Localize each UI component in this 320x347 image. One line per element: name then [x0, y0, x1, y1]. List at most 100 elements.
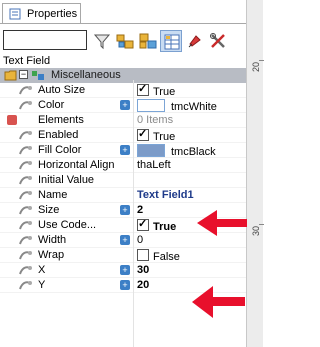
- property-icon: [18, 219, 34, 231]
- property-name: Color: [38, 99, 65, 111]
- checkbox[interactable]: [137, 82, 149, 96]
- search-input[interactable]: [3, 30, 87, 50]
- column-divider[interactable]: [133, 80, 134, 347]
- property-value[interactable]: True: [137, 127, 176, 143]
- property-value-text: True: [153, 221, 177, 233]
- property-value-text: tmcBlack: [171, 146, 216, 158]
- property-value[interactable]: tmcBlack: [137, 144, 216, 158]
- property-value[interactable]: False: [137, 249, 180, 263]
- tab-divider: [0, 23, 246, 24]
- ruler-tick: [259, 224, 264, 225]
- ruler-tick-label: 30: [251, 225, 261, 236]
- property-row[interactable]: Enabled True: [0, 127, 248, 143]
- category-row[interactable]: − Miscellaneous: [0, 68, 248, 83]
- filter-icon[interactable]: [91, 30, 113, 52]
- property-name: Enabled: [38, 129, 79, 141]
- property-value-text: True: [153, 131, 176, 143]
- property-value-text: 2: [137, 204, 144, 216]
- sort-icon[interactable]: [137, 30, 159, 52]
- expand-icon[interactable]: [7, 115, 17, 125]
- property-icon: [18, 159, 34, 171]
- property-row[interactable]: Horizontal Align thaLeft: [0, 158, 248, 173]
- property-value[interactable]: tmcWhite: [137, 99, 217, 113]
- property-icon: [18, 189, 34, 201]
- property-icon: [18, 99, 34, 111]
- property-value-text: 0: [137, 234, 144, 246]
- property-value-text: tmcWhite: [171, 101, 217, 113]
- category-icon[interactable]: [114, 30, 136, 52]
- property-icon: [18, 204, 34, 216]
- ruler-tick: [259, 60, 264, 61]
- property-name: Width: [38, 234, 67, 246]
- property-icon: [18, 279, 34, 291]
- pin-icon[interactable]: [184, 30, 206, 52]
- property-row[interactable]: Name Text Field1: [0, 188, 248, 203]
- properties-icon: [9, 8, 21, 20]
- checkbox[interactable]: [137, 127, 149, 141]
- property-name: Y: [38, 279, 46, 291]
- property-icon: [18, 84, 34, 96]
- property-value-text: False: [153, 251, 180, 263]
- property-row[interactable]: Elements 0 Items: [0, 113, 248, 128]
- property-name: Wrap: [38, 249, 65, 261]
- property-row[interactable]: Fill Color + tmcBlack: [0, 143, 248, 158]
- tools-icon[interactable]: [207, 30, 229, 52]
- category-icon-small: [31, 69, 45, 84]
- property-name: Initial Value: [38, 174, 95, 186]
- plus-icon[interactable]: +: [120, 235, 130, 245]
- annotation-arrow: [197, 210, 247, 236]
- folder-icon: [4, 69, 18, 84]
- property-row[interactable]: Auto Size True: [0, 82, 248, 98]
- property-icon: [18, 264, 34, 276]
- property-row[interactable]: Color + tmcWhite: [0, 98, 248, 113]
- color-swatch[interactable]: [137, 144, 165, 157]
- property-name: Fill Color: [38, 144, 82, 156]
- ruler-tick-label: 20: [251, 61, 261, 72]
- object-type-label: Text Field: [3, 55, 51, 67]
- property-name: Use Code...: [38, 219, 97, 231]
- category-label: Miscellaneous: [51, 69, 121, 81]
- tab-label: Properties: [27, 8, 78, 20]
- property-row[interactable]: Wrap False: [0, 248, 248, 263]
- grid-view-icon[interactable]: [160, 30, 182, 52]
- plus-icon[interactable]: +: [120, 205, 130, 215]
- property-name: Name: [38, 189, 68, 201]
- property-value-text: 0 Items: [137, 114, 174, 126]
- property-value-text: 30: [137, 264, 150, 276]
- property-value[interactable]: 30: [137, 264, 149, 276]
- tab-properties[interactable]: Properties: [2, 3, 81, 24]
- property-icon: [18, 234, 34, 246]
- property-value[interactable]: 0: [137, 234, 143, 246]
- property-icon: [18, 174, 34, 186]
- property-value-text: thaLeft: [137, 159, 171, 171]
- checkbox[interactable]: [137, 249, 149, 261]
- checkbox[interactable]: [137, 217, 149, 231]
- vertical-ruler: 20 30: [246, 0, 264, 347]
- collapse-icon[interactable]: −: [19, 70, 28, 79]
- color-swatch[interactable]: [137, 99, 165, 112]
- annotation-arrow: [192, 286, 245, 318]
- property-value[interactable]: 20: [137, 279, 149, 291]
- property-name: Horizontal Align: [38, 159, 115, 171]
- property-name: Elements: [38, 114, 84, 126]
- property-value[interactable]: 2: [137, 204, 143, 216]
- property-value-text: True: [153, 86, 176, 98]
- property-value[interactable]: True: [137, 82, 176, 98]
- plus-icon[interactable]: +: [120, 100, 130, 110]
- property-name: Auto Size: [38, 84, 86, 96]
- property-name: X: [38, 264, 46, 276]
- property-name: Size: [38, 204, 60, 216]
- property-value[interactable]: thaLeft: [137, 159, 171, 171]
- property-value[interactable]: Text Field1: [137, 189, 194, 201]
- plus-icon[interactable]: +: [120, 265, 130, 275]
- property-value[interactable]: True: [137, 217, 177, 233]
- property-row[interactable]: X +30: [0, 263, 248, 278]
- property-icon: [18, 129, 34, 141]
- plus-icon[interactable]: +: [120, 280, 130, 290]
- property-icon: [18, 249, 34, 261]
- property-row[interactable]: Initial Value: [0, 173, 248, 188]
- property-value[interactable]: 0 Items: [137, 114, 173, 126]
- plus-icon[interactable]: +: [120, 145, 130, 155]
- property-icon: [18, 144, 34, 156]
- property-value-text: Text Field1: [137, 189, 194, 201]
